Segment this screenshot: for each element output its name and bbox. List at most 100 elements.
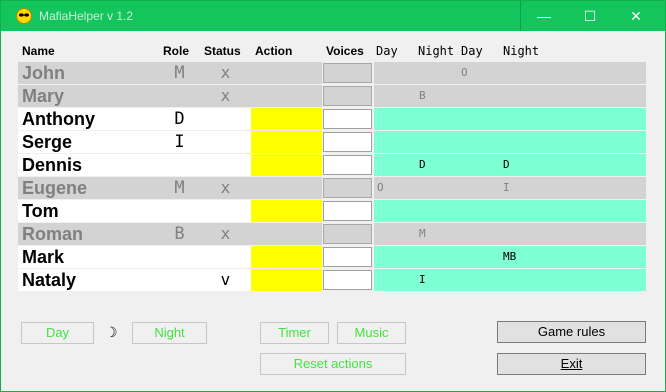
player-action-cell[interactable] xyxy=(251,108,322,130)
moon-icon: ☽ xyxy=(105,324,118,340)
title-bar[interactable]: MafiaHelper v 1.2 — ☐ ✕ xyxy=(1,1,665,31)
player-row[interactable]: Roman Bx M xyxy=(18,223,646,245)
player-name[interactable]: Mary xyxy=(18,85,159,107)
player-voices-field[interactable] xyxy=(323,247,372,267)
maximize-icon: ☐ xyxy=(583,8,597,24)
player-row[interactable]: Serge I xyxy=(18,131,646,153)
player-name[interactable]: John xyxy=(18,62,159,84)
player-status[interactable] xyxy=(200,154,251,176)
player-role[interactable]: D xyxy=(159,108,200,130)
header-voices: Voices xyxy=(326,44,364,58)
player-status[interactable]: x xyxy=(200,85,251,107)
player-name[interactable]: Mark xyxy=(18,246,159,268)
player-voices-field[interactable] xyxy=(323,109,372,129)
close-button[interactable]: ✕ xyxy=(613,1,659,31)
player-row[interactable]: Dennis D D xyxy=(18,154,646,176)
player-voices-field[interactable] xyxy=(323,155,372,175)
player-action-cell[interactable] xyxy=(251,223,322,245)
player-voices-field[interactable] xyxy=(323,63,372,83)
player-name[interactable]: Anthony xyxy=(18,108,159,130)
player-role[interactable] xyxy=(159,85,200,107)
player-game-log: MB xyxy=(374,246,646,268)
player-status[interactable] xyxy=(200,246,251,268)
night-button[interactable]: Night xyxy=(132,322,207,344)
game-log-n1: I xyxy=(419,273,426,286)
player-status[interactable] xyxy=(200,131,251,153)
header-action: Action xyxy=(255,44,293,58)
game-log-n1: M xyxy=(419,227,426,240)
player-row[interactable]: Tom xyxy=(18,200,646,222)
player-name[interactable]: Nataly xyxy=(18,269,159,291)
player-status[interactable]: x xyxy=(200,223,251,245)
player-role[interactable]: M xyxy=(159,177,200,199)
game-log-d1: O xyxy=(377,181,384,194)
player-role[interactable]: B xyxy=(159,223,200,245)
player-action-cell[interactable] xyxy=(251,154,322,176)
window-title: MafiaHelper v 1.2 xyxy=(39,9,134,23)
player-game-log xyxy=(374,108,646,130)
player-name[interactable]: Tom xyxy=(18,200,159,222)
player-voices-field[interactable] xyxy=(323,86,372,106)
player-role[interactable] xyxy=(159,246,200,268)
exit-button[interactable]: Exit xyxy=(497,353,646,375)
player-role[interactable] xyxy=(159,200,200,222)
player-status[interactable]: v xyxy=(200,269,251,291)
player-role[interactable] xyxy=(159,154,200,176)
player-voices-field[interactable] xyxy=(323,132,372,152)
player-action-cell[interactable] xyxy=(251,85,322,107)
player-name[interactable]: Roman xyxy=(18,223,159,245)
player-role[interactable]: M xyxy=(159,62,200,84)
game-rules-button[interactable]: Game rules xyxy=(497,321,646,343)
header-night-1: Night xyxy=(418,44,455,58)
header-role: Role xyxy=(163,44,190,58)
player-voices-field[interactable] xyxy=(323,178,372,198)
header-day-2: Day xyxy=(461,44,483,58)
mafia-logo-icon xyxy=(16,8,32,24)
player-action-cell[interactable] xyxy=(251,246,322,268)
player-game-log: OI xyxy=(374,177,646,199)
player-voices-field[interactable] xyxy=(323,201,372,221)
reset-actions-button[interactable]: Reset actions xyxy=(260,353,406,375)
player-name[interactable]: Serge xyxy=(18,131,159,153)
game-log-n1: D xyxy=(419,158,426,171)
game-log-n2: MB xyxy=(503,250,517,263)
close-icon: ✕ xyxy=(630,8,642,24)
player-action-cell[interactable] xyxy=(251,177,322,199)
player-status[interactable]: x xyxy=(200,177,251,199)
player-game-log: I xyxy=(374,269,646,291)
player-action-cell[interactable] xyxy=(251,269,322,291)
player-status[interactable]: x xyxy=(200,62,251,84)
timer-button[interactable]: Timer xyxy=(260,322,329,344)
player-voices-field[interactable] xyxy=(323,270,372,290)
player-row[interactable]: Eugene Mx O I xyxy=(18,177,646,199)
player-action-cell[interactable] xyxy=(251,200,322,222)
player-game-log xyxy=(374,131,646,153)
player-status[interactable] xyxy=(200,108,251,130)
player-game-log: O xyxy=(374,62,646,84)
header-day-1: Day xyxy=(376,44,398,58)
player-row[interactable]: Mark MB xyxy=(18,246,646,268)
player-status[interactable] xyxy=(200,200,251,222)
player-action-cell[interactable] xyxy=(251,62,322,84)
player-game-log: B xyxy=(374,85,646,107)
maximize-button[interactable]: ☐ xyxy=(567,1,613,31)
minimize-icon: — xyxy=(537,8,551,24)
player-name[interactable]: Eugene xyxy=(18,177,159,199)
game-log-n2: I xyxy=(503,181,510,194)
player-name[interactable]: Dennis xyxy=(18,154,159,176)
player-role[interactable] xyxy=(159,269,200,291)
player-action-cell[interactable] xyxy=(251,131,322,153)
player-voices-field[interactable] xyxy=(323,224,372,244)
minimize-button[interactable]: — xyxy=(521,1,567,31)
player-row[interactable]: Anthony D xyxy=(18,108,646,130)
player-row[interactable]: Nataly v I xyxy=(18,269,646,291)
day-button[interactable]: Day xyxy=(21,322,94,344)
player-role[interactable]: I xyxy=(159,131,200,153)
player-row[interactable]: Mary x B xyxy=(18,85,646,107)
game-log-n1: B xyxy=(419,89,426,102)
header-name: Name xyxy=(22,44,55,58)
music-button[interactable]: Music xyxy=(337,322,406,344)
player-game-log: DD xyxy=(374,154,646,176)
player-row[interactable]: John Mx O xyxy=(18,62,646,84)
player-game-log xyxy=(374,200,646,222)
